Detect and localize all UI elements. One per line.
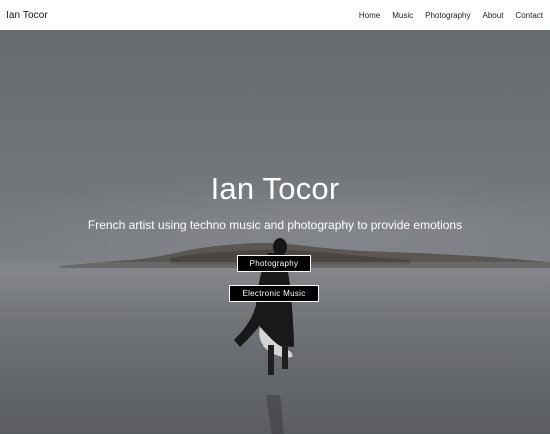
hero-subtitle: French artist using techno music and pho…: [87, 218, 463, 232]
nav-link-photography[interactable]: Photography: [425, 11, 470, 20]
top-navbar: Ian Tocor Home Music Photography About C…: [0, 0, 550, 30]
hero-title: Ian Tocor: [210, 171, 340, 206]
photography-button[interactable]: Photography: [237, 255, 311, 272]
main-nav: Home Music Photography About Contact: [359, 11, 543, 20]
nav-link-about[interactable]: About: [483, 11, 504, 20]
electronic-music-button[interactable]: Electronic Music: [229, 285, 319, 302]
nav-link-contact[interactable]: Contact: [515, 11, 543, 20]
nav-link-music[interactable]: Music: [392, 11, 413, 20]
nav-link-home[interactable]: Home: [359, 11, 380, 20]
site-brand-link[interactable]: Ian Tocor: [6, 10, 48, 21]
page: Ian Tocor Home Music Photography About C…: [0, 0, 550, 434]
